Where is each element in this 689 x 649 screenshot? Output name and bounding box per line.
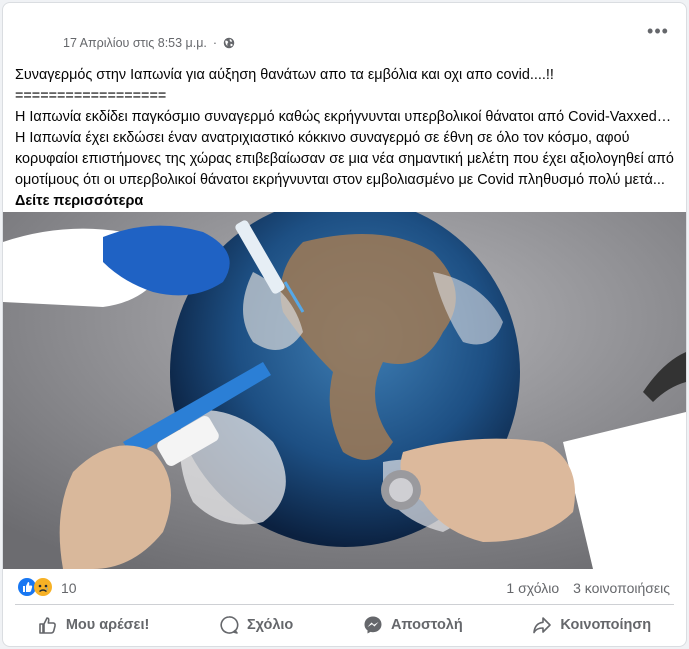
avatar[interactable]	[15, 17, 55, 57]
comment-count[interactable]: 1 σχόλιο	[506, 580, 559, 596]
post-image[interactable]	[3, 212, 686, 569]
action-bar: Μου αρέσει! Σχόλιο Αποστολή Κοινοποίηση	[3, 607, 686, 643]
share-button[interactable]: Κοινοποίηση	[522, 611, 661, 639]
post-body: Η Ιαπωνία εκδίδει παγκόσμιο συναγερμό κα…	[15, 107, 675, 212]
comment-icon	[220, 616, 239, 634]
more-options-button[interactable]: •••	[644, 19, 672, 43]
reaction-icons[interactable]	[17, 577, 53, 597]
send-label: Αποστολή	[390, 617, 463, 633]
post-rule: ==================	[15, 88, 167, 104]
sad-icon	[34, 578, 52, 596]
post-text: Συναγερμός στην Ιαπωνία για αύξηση θανάτ…	[15, 65, 675, 212]
post-header: 17 Απριλίου στις 8:53 μ.μ. · •••	[3, 3, 686, 63]
share-label: Κοινοποίηση	[560, 617, 652, 633]
comment-label: Σχόλιο	[246, 617, 294, 633]
meta-separator: ·	[212, 36, 218, 50]
share-count[interactable]: 3 κοινοποιήσεις	[573, 580, 670, 596]
post-meta: 17 Απριλίου στις 8:53 μ.μ. ·	[63, 36, 235, 50]
post-timestamp[interactable]: 17 Απριλίου στις 8:53 μ.μ.	[63, 36, 207, 50]
thumbs-up-icon	[39, 617, 56, 634]
globe-icon[interactable]	[223, 37, 235, 49]
post-body-text: Η Ιαπωνία εκδίδει παγκόσμιο συναγερμό κα…	[15, 109, 674, 188]
reaction-count[interactable]: 10	[61, 580, 77, 596]
see-more-link[interactable]: Δείτε περισσότερα	[15, 193, 143, 209]
post-stats: 1 σχόλιο 3 κοινοποιήσεις	[506, 580, 670, 596]
globe-vaccine-image	[3, 212, 686, 569]
messenger-icon	[364, 616, 382, 634]
like-label: Μου αρέσει!	[65, 617, 150, 633]
like-button[interactable]: Μου αρέσει!	[28, 611, 160, 639]
share-icon	[533, 617, 552, 634]
send-button[interactable]: Αποστολή	[353, 611, 473, 639]
more-dots-icon: •••	[647, 21, 669, 41]
divider	[15, 604, 674, 605]
reactions-bar: 10 1 σχόλιο 3 κοινοποιήσεις	[3, 575, 686, 601]
post-headline: Συναγερμός στην Ιαπωνία για αύξηση θανάτ…	[15, 67, 554, 83]
post-card: 17 Απριλίου στις 8:53 μ.μ. · ••• Συναγερ…	[2, 2, 687, 647]
comment-button[interactable]: Σχόλιο	[209, 611, 303, 639]
